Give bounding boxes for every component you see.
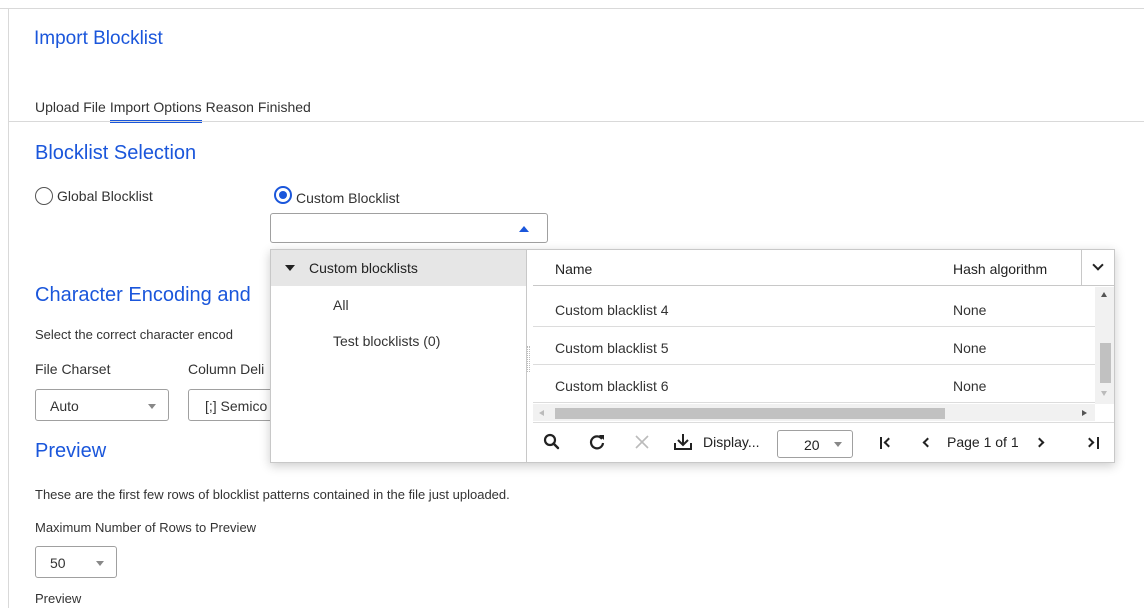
custom-blocklist-combo[interactable] bbox=[270, 213, 548, 243]
column-header-name[interactable]: Name bbox=[555, 261, 592, 277]
display-button[interactable]: Display... bbox=[703, 434, 760, 450]
custom-blocklist-radio[interactable] bbox=[274, 186, 292, 204]
caret-down-icon[interactable] bbox=[285, 265, 295, 271]
row-hash: None bbox=[953, 340, 987, 356]
file-charset-select[interactable]: Auto bbox=[35, 389, 169, 421]
preview-label: Preview bbox=[35, 591, 82, 606]
tree-item-all[interactable]: All bbox=[333, 297, 349, 313]
chevron-down-icon bbox=[1092, 259, 1104, 271]
blocklist-tree: Custom blocklists All Test blocklists (0… bbox=[271, 250, 527, 462]
page-info: Page 1 of 1 bbox=[947, 434, 1019, 450]
wizard-tabs: Upload File Import Options Reason Finish… bbox=[35, 99, 315, 123]
custom-blocklist-label: Custom Blocklist bbox=[296, 190, 400, 206]
max-rows-select[interactable]: 50 bbox=[35, 546, 117, 578]
download-icon[interactable] bbox=[673, 433, 693, 451]
tab-finished[interactable]: Finished bbox=[258, 99, 311, 123]
refresh-icon[interactable] bbox=[588, 433, 606, 451]
tab-import-options[interactable]: Import Options bbox=[109, 99, 202, 123]
row-name: Custom blacklist 4 bbox=[555, 302, 669, 318]
global-blocklist-label: Global Blocklist bbox=[57, 188, 153, 204]
grid-header: Name Hash algorithm bbox=[533, 250, 1114, 286]
preview-heading: Preview bbox=[35, 440, 107, 462]
encoding-description: Select the correct character encod bbox=[35, 327, 233, 342]
frame-top-border bbox=[0, 8, 1144, 9]
global-blocklist-option[interactable]: Global Blocklist bbox=[35, 187, 153, 205]
tab-upload-file[interactable]: Upload File bbox=[35, 99, 106, 123]
max-rows-label: Maximum Number of Rows to Preview bbox=[35, 520, 257, 535]
table-row[interactable]: Custom blacklist 4 None bbox=[533, 290, 1095, 327]
blocklist-selection-heading: Blocklist Selection bbox=[35, 142, 197, 164]
frame-left-border bbox=[8, 8, 9, 608]
table-row[interactable]: Custom blacklist 6 None bbox=[533, 366, 1095, 403]
scroll-left-icon[interactable] bbox=[539, 410, 544, 416]
vertical-scroll-thumb[interactable] bbox=[1100, 343, 1111, 383]
grid-pager: Display... 20 Page 1 of 1 bbox=[533, 422, 1114, 462]
pane-splitter[interactable] bbox=[527, 346, 530, 372]
chevron-down-icon bbox=[96, 561, 104, 566]
preview-description: These are the first few rows of blocklis… bbox=[35, 487, 510, 502]
first-page-chevron bbox=[883, 437, 894, 448]
last-page-bar bbox=[1097, 437, 1099, 449]
first-page-bar bbox=[880, 437, 882, 449]
max-rows-value: 50 bbox=[50, 555, 66, 571]
tree-root-custom-blocklists[interactable]: Custom blocklists bbox=[271, 250, 526, 286]
scroll-down-icon[interactable] bbox=[1101, 391, 1107, 396]
blocklist-grid: Name Hash algorithm Custom blacklist 4 N… bbox=[533, 250, 1114, 462]
page-size-select[interactable]: 20 bbox=[777, 430, 853, 458]
column-delimiter-select[interactable]: [;] Semico bbox=[188, 389, 278, 421]
chevron-down-icon bbox=[148, 404, 156, 409]
last-page-chevron bbox=[1084, 437, 1095, 448]
table-row[interactable]: Custom blacklist 5 None bbox=[533, 328, 1095, 365]
next-page-icon[interactable] bbox=[1034, 437, 1045, 448]
global-blocklist-radio[interactable] bbox=[35, 187, 53, 205]
previous-page-icon[interactable] bbox=[922, 437, 933, 448]
tree-root-label: Custom blocklists bbox=[309, 260, 418, 276]
scroll-up-icon[interactable] bbox=[1101, 292, 1107, 297]
search-icon[interactable] bbox=[543, 433, 561, 451]
character-encoding-heading: Character Encoding and bbox=[35, 284, 251, 306]
column-delimiter-value: [;] Semico bbox=[205, 398, 268, 414]
close-icon[interactable] bbox=[634, 433, 650, 451]
custom-blocklist-option[interactable]: Custom Blocklist bbox=[274, 184, 399, 206]
page-size-value: 20 bbox=[804, 437, 820, 453]
tabs-divider bbox=[9, 121, 1144, 122]
row-name: Custom blacklist 5 bbox=[555, 340, 669, 356]
page-title: Import Blocklist bbox=[34, 28, 163, 49]
chevron-down-icon bbox=[834, 442, 842, 447]
row-hash: None bbox=[953, 378, 987, 394]
file-charset-value: Auto bbox=[50, 398, 79, 414]
horizontal-scrollbar[interactable] bbox=[533, 404, 1095, 421]
row-hash: None bbox=[953, 302, 987, 318]
column-delimiter-label: Column Deli bbox=[188, 361, 265, 377]
tree-item-test-blocklists[interactable]: Test blocklists (0) bbox=[333, 333, 440, 349]
file-charset-label: File Charset bbox=[35, 361, 111, 377]
custom-blocklist-dropdown: Custom blocklists All Test blocklists (0… bbox=[270, 249, 1115, 463]
column-header-hash-algorithm[interactable]: Hash algorithm bbox=[953, 261, 1047, 277]
vertical-scrollbar[interactable] bbox=[1095, 287, 1114, 404]
caret-up-icon[interactable] bbox=[519, 226, 529, 232]
scroll-right-icon[interactable] bbox=[1082, 410, 1087, 416]
row-name: Custom blacklist 6 bbox=[555, 378, 669, 394]
column-menu-button[interactable] bbox=[1081, 250, 1114, 286]
horizontal-scroll-thumb[interactable] bbox=[555, 408, 945, 419]
tab-reason[interactable]: Reason bbox=[206, 99, 254, 123]
